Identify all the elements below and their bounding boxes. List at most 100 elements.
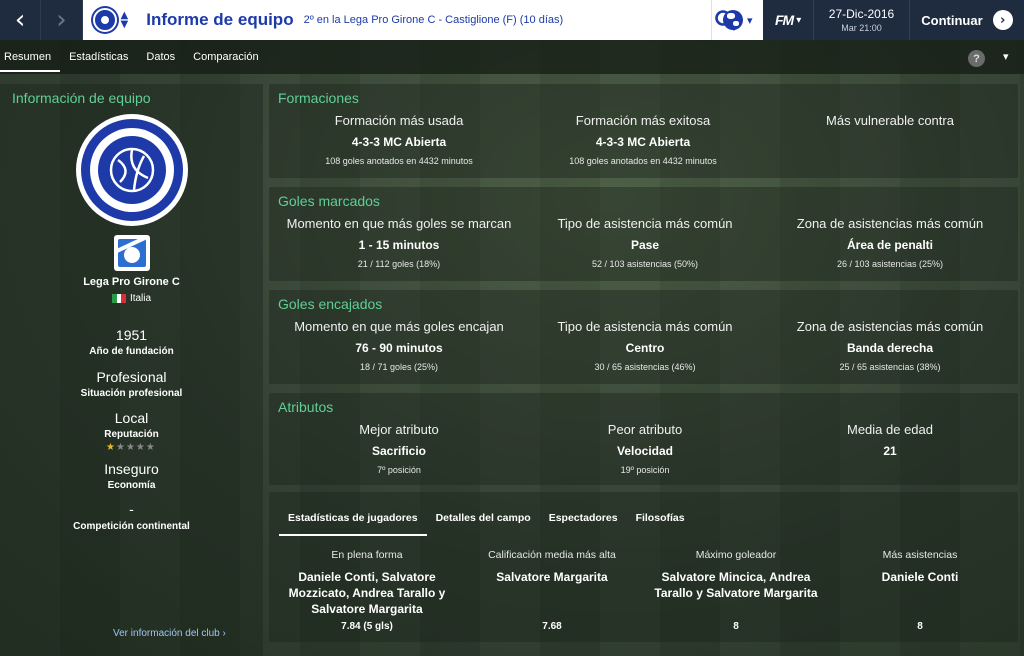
continental-label: Competición continental xyxy=(73,521,190,532)
player-stat-column: Calificación media más alta Salvatore Ma… xyxy=(462,549,642,632)
player-stat-column: Máximo goleador Salvatore Mincica, Andre… xyxy=(646,549,826,632)
tab-comparacion[interactable]: Comparación xyxy=(184,40,267,74)
stat-detail: 18 / 71 goles (25%) xyxy=(359,362,439,372)
economy-label: Economía xyxy=(107,480,156,491)
reputation-stars: ★ ★ ★ ★ ★ xyxy=(106,442,155,453)
attributes-panel: Atributos Mejor atributo Sacrificio 7º p… xyxy=(269,393,1018,485)
empty-star-icon: ★ xyxy=(115,442,125,453)
team-info-title: Información de equipo xyxy=(12,90,151,106)
reputation-value: Local xyxy=(114,410,149,426)
empty-star-icon: ★ xyxy=(125,442,135,453)
title-area: ▲ ▼ Informe de equipo 2º en la Lega Pro G… xyxy=(82,0,736,40)
club-crest-icon xyxy=(92,8,117,32)
tab-estadisticas[interactable]: Estadísticas xyxy=(60,40,137,74)
player-names[interactable]: Salvatore Margarita xyxy=(462,569,642,585)
empty-star-icon: ★ xyxy=(135,442,145,453)
page-title: Informe de equipo xyxy=(146,10,294,29)
stat-detail: 25 / 65 asistencias (38%) xyxy=(839,362,941,372)
stat-heading: Más vulnerable contra xyxy=(826,113,954,128)
player-stat-value: 7.68 xyxy=(542,621,562,632)
player-stat-heading: Calificación media más alta xyxy=(488,549,616,561)
stat-value: Pase xyxy=(630,238,660,252)
player-names[interactable]: Daniele Conti, Salvatore Mozzicato, Andr… xyxy=(277,569,457,617)
stat-value[interactable]: 4-3-3 MC Abierta xyxy=(523,135,763,149)
country-name: Italia xyxy=(129,293,152,304)
stat-detail: 108 goles anotados en 4432 minutos xyxy=(569,156,717,166)
goals-scored-title: Goles marcados xyxy=(278,193,380,209)
help-icon[interactable]: ? xyxy=(968,50,985,67)
stat-heading: Peor atributo xyxy=(607,422,683,437)
tab-pitch-details[interactable]: Detalles del campo xyxy=(427,504,540,532)
continue-button[interactable]: Continuar › xyxy=(908,0,1024,40)
club-info-link[interactable]: Ver información del club › xyxy=(113,628,226,639)
nation[interactable]: Italia xyxy=(0,293,263,304)
player-stat-heading: En plena forma xyxy=(331,549,403,561)
status-value: Profesional xyxy=(96,369,167,385)
stat-detail: 19º posición xyxy=(620,465,670,475)
stat-value[interactable]: 4-3-3 MC Abierta xyxy=(279,135,519,149)
player-names[interactable]: Daniele Conti xyxy=(830,569,1010,585)
stat-heading: Tipo de asistencia más común xyxy=(557,319,733,334)
stat-column: Tipo de asistencia más común Centro 30 /… xyxy=(525,319,765,372)
stat-heading: Formación más usada xyxy=(334,113,464,128)
globe-icon xyxy=(723,10,744,30)
chevron-down-icon: ▾ xyxy=(747,13,753,27)
attributes-title: Atributos xyxy=(278,399,334,415)
goals-conceded-panel: Goles encajados Momento en que más goles… xyxy=(269,290,1018,384)
continue-label: Continuar xyxy=(921,12,983,28)
stat-heading: Momento en que más goles encajan xyxy=(294,319,504,334)
formations-title: Formaciones xyxy=(278,90,359,106)
forward-button[interactable]: › xyxy=(41,0,83,40)
founded-value: 1951 xyxy=(115,327,148,343)
stat-heading: Tipo de asistencia más común xyxy=(557,216,733,231)
continental-value: - xyxy=(129,501,134,517)
football-icon xyxy=(109,147,155,193)
stat-value: 76 - 90 minutos xyxy=(355,341,443,355)
stat-heading: Zona de asistencias más común xyxy=(796,216,984,231)
stat-column: Tipo de asistencia más común Pase 52 / 1… xyxy=(525,216,765,269)
status-label: Situación profesional xyxy=(80,388,183,399)
stat-heading: Zona de asistencias más común xyxy=(796,319,984,334)
stat-column: Peor atributo Velocidad 19º posición xyxy=(525,422,765,475)
formations-panel: Formaciones Formación más usada 4-3-3 MC… xyxy=(269,84,1018,178)
player-stat-value: 8 xyxy=(917,621,923,632)
player-names[interactable]: Salvatore Mincica, Andrea Tarallo y Salv… xyxy=(646,569,826,601)
tab-attendance[interactable]: Espectadores xyxy=(540,504,627,532)
stat-detail: 21 / 112 goles (18%) xyxy=(357,259,441,269)
stat-column: Formación más usada 4-3-3 MC Abierta 108… xyxy=(279,113,519,166)
chevron-down-icon[interactable]: ▾ xyxy=(1003,50,1009,63)
top-bar: ‹ › ▲ ▼ Informe de equipo 2º en la Lega P… xyxy=(0,0,1024,40)
stat-value: 21 xyxy=(883,444,897,458)
stat-heading: Momento en que más goles se marcan xyxy=(286,216,512,231)
stat-value: Velocidad xyxy=(616,444,674,458)
tab-philosophies[interactable]: Filosofías xyxy=(627,504,694,532)
back-button[interactable]: ‹ xyxy=(0,0,42,40)
stat-value: Sacrificio xyxy=(371,444,427,458)
player-stat-column: Más asistencias Daniele Conti 8 xyxy=(830,549,1010,632)
tab-resumen[interactable]: Resumen xyxy=(0,40,61,74)
stat-detail: 52 / 103 asistencias (50%) xyxy=(591,259,699,269)
chevron-right-icon: › xyxy=(56,5,67,35)
stat-column: Momento en que más goles se marcan 1 - 1… xyxy=(269,216,529,269)
league-logo[interactable] xyxy=(114,235,150,271)
goals-scored-panel: Goles marcados Momento en que más goles … xyxy=(269,187,1018,281)
player-stats-panel: Estadísticas de jugadores Detalles del c… xyxy=(269,492,1018,642)
league-name[interactable]: Lega Pro Girone C xyxy=(0,276,263,288)
stat-detail: 30 / 65 asistencias (46%) xyxy=(594,362,696,372)
stat-value: Área de penalti xyxy=(846,238,934,252)
stat-column: Formación más exitosa 4-3-3 MC Abierta 1… xyxy=(523,113,763,166)
stat-column: Media de edad 21 xyxy=(770,422,1010,465)
stat-column: Zona de asistencias más común Banda dere… xyxy=(770,319,1010,372)
club-selector[interactable]: ▲ ▼ xyxy=(92,8,129,32)
tab-player-stats[interactable]: Estadísticas de jugadores xyxy=(279,504,427,536)
date-display[interactable]: 27-Dic-2016 Mar 21:00 xyxy=(813,0,909,40)
player-stat-value: 7.84 (5 gls) xyxy=(341,621,393,632)
up-down-icon: ▲ ▼ xyxy=(120,10,129,30)
goals-conceded-title: Goles encajados xyxy=(278,296,383,312)
stat-heading: Media de edad xyxy=(846,422,933,437)
empty-star-icon: ★ xyxy=(145,442,155,453)
fm-menu-button[interactable]: FM ▾ xyxy=(763,0,814,40)
stat-detail: 26 / 103 asistencias (25%) xyxy=(836,259,944,269)
tab-datos[interactable]: Datos xyxy=(137,40,184,74)
player-stats-tabs: Estadísticas de jugadores Detalles del c… xyxy=(279,504,694,536)
